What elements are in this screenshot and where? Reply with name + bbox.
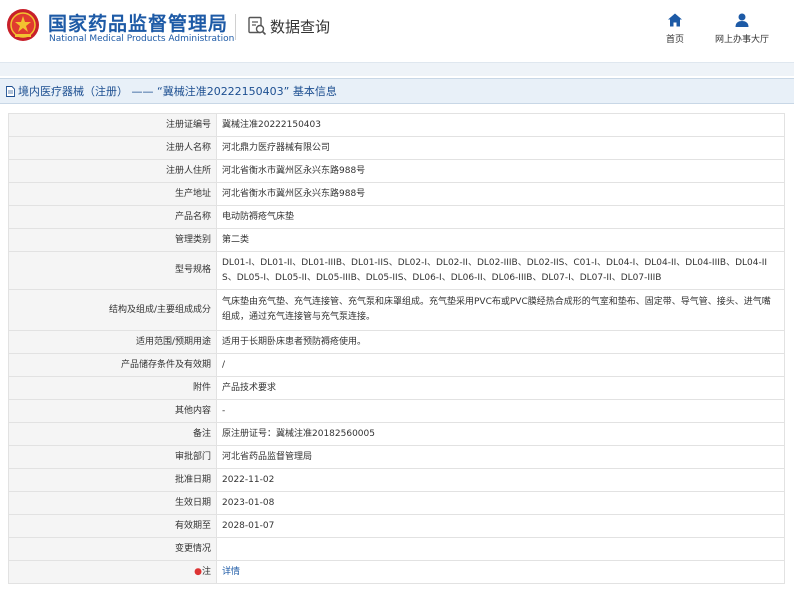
field-label: 注 xyxy=(201,566,211,577)
table-row: 备注 原注册证号：冀械注准20182560005 xyxy=(8,422,785,446)
field-value: 产品技术要求 xyxy=(216,376,785,400)
header-divider xyxy=(235,14,236,40)
document-icon xyxy=(6,85,15,97)
user-icon xyxy=(735,13,749,27)
field-value: 2028-01-07 xyxy=(216,514,785,538)
nav-home-label: 首页 xyxy=(665,35,684,45)
field-value: 电动防褥疮气床垫 xyxy=(216,205,785,229)
field-value: 详情 xyxy=(216,560,785,584)
field-value: 2023-01-08 xyxy=(216,491,785,515)
table-row: 生效日期 2023-01-08 xyxy=(8,491,785,515)
table-row: 变更情况 xyxy=(8,537,785,561)
table-row: 型号规格 DL01-I、DL01-II、DL01-IIIB、DL01-IIS、D… xyxy=(8,251,785,290)
table-row: ●注 详情 xyxy=(8,560,785,584)
field-label: 适用范围/预期用途 xyxy=(8,330,217,354)
field-value: / xyxy=(216,353,785,377)
table-row: 其他内容 - xyxy=(8,399,785,423)
registration-info-table: 注册证编号 冀械注准20222150403 注册人名称 河北鼎力医疗器械有限公司… xyxy=(8,113,785,584)
field-label: 管理类别 xyxy=(8,228,217,252)
table-row: 注册证编号 冀械注准20222150403 xyxy=(8,113,785,137)
table-row: 结构及组成/主要组成成分 气床垫由充气垫、充气连接管、充气泵和床罩组成。充气垫采… xyxy=(8,289,785,331)
table-row: 批准日期 2022-11-02 xyxy=(8,468,785,492)
query-title: 数据查询 xyxy=(270,18,331,36)
header-band xyxy=(0,62,794,76)
table-row: 产品储存条件及有效期 / xyxy=(8,353,785,377)
home-icon xyxy=(668,13,682,27)
table-row: 注册人名称 河北鼎力医疗器械有限公司 xyxy=(8,136,785,160)
field-label: 注册人名称 xyxy=(8,136,217,160)
table-row: 产品名称 电动防褥疮气床垫 xyxy=(8,205,785,229)
field-label: 生产地址 xyxy=(8,182,217,206)
agency-name-en: National Medical Products Administration xyxy=(49,34,235,44)
field-value: 河北省衡水市冀州区永兴东路988号 xyxy=(216,182,785,206)
table-row: 附件 产品技术要求 xyxy=(8,376,785,400)
field-value: 河北省药品监督管理局 xyxy=(216,445,785,469)
data-query-icon xyxy=(248,16,267,36)
field-label: 有效期至 xyxy=(8,514,217,538)
field-label: 批准日期 xyxy=(8,468,217,492)
field-label: 附件 xyxy=(8,376,217,400)
field-label: 备注 xyxy=(8,422,217,446)
field-label: 生效日期 xyxy=(8,491,217,515)
emblem-logo-icon xyxy=(7,9,39,41)
field-label: 审批部门 xyxy=(8,445,217,469)
field-value: 冀械注准20222150403 xyxy=(216,113,785,137)
field-value: 气床垫由充气垫、充气连接管、充气泵和床罩组成。充气垫采用PVC布或PVC膜经热合… xyxy=(216,289,785,331)
details-link[interactable]: 详情 xyxy=(222,567,240,577)
field-value: 河北鼎力医疗器械有限公司 xyxy=(216,136,785,160)
nav-home-link[interactable]: 首页 xyxy=(658,12,692,45)
record-title: 境内医疗器械（注册） —— “冀械注准20222150403” 基本信息 xyxy=(18,85,337,98)
field-label: 型号规格 xyxy=(8,251,217,290)
field-label: 产品储存条件及有效期 xyxy=(8,353,217,377)
field-value: DL01-I、DL01-II、DL01-IIIB、DL01-IIS、DL02-I… xyxy=(216,251,785,290)
field-label: 其他内容 xyxy=(8,399,217,423)
table-row: 有效期至 2028-01-07 xyxy=(8,514,785,538)
field-label: 注册人住所 xyxy=(8,159,217,183)
field-value: 第二类 xyxy=(216,228,785,252)
table-row: 管理类别 第二类 xyxy=(8,228,785,252)
site-header: 国家药品监督管理局 National Medical Products Admi… xyxy=(0,0,794,60)
table-row: 生产地址 河北省衡水市冀州区永兴东路988号 xyxy=(8,182,785,206)
nav-service-hall-label: 网上办事大厅 xyxy=(714,35,769,45)
field-label: 产品名称 xyxy=(8,205,217,229)
field-value: 原注册证号：冀械注准20182560005 xyxy=(216,422,785,446)
field-value xyxy=(216,537,785,561)
record-title-bar: 境内医疗器械（注册） —— “冀械注准20222150403” 基本信息 xyxy=(0,78,794,104)
note-label: ●注 xyxy=(8,560,217,584)
field-label: 变更情况 xyxy=(8,537,217,561)
field-value: - xyxy=(216,399,785,423)
note-marker-icon: ● xyxy=(194,566,202,577)
field-label: 注册证编号 xyxy=(8,113,217,137)
field-label: 结构及组成/主要组成成分 xyxy=(8,289,217,331)
field-value: 河北省衡水市冀州区永兴东路988号 xyxy=(216,159,785,183)
agency-name-cn: 国家药品监督管理局 xyxy=(48,13,229,35)
table-row: 审批部门 河北省药品监督管理局 xyxy=(8,445,785,469)
table-row: 适用范围/预期用途 适用于长期卧床患者预防褥疮使用。 xyxy=(8,330,785,354)
field-value: 2022-11-02 xyxy=(216,468,785,492)
field-value: 适用于长期卧床患者预防褥疮使用。 xyxy=(216,330,785,354)
table-row: 注册人住所 河北省衡水市冀州区永兴东路988号 xyxy=(8,159,785,183)
nav-service-hall-link[interactable]: 网上办事大厅 xyxy=(710,12,774,45)
